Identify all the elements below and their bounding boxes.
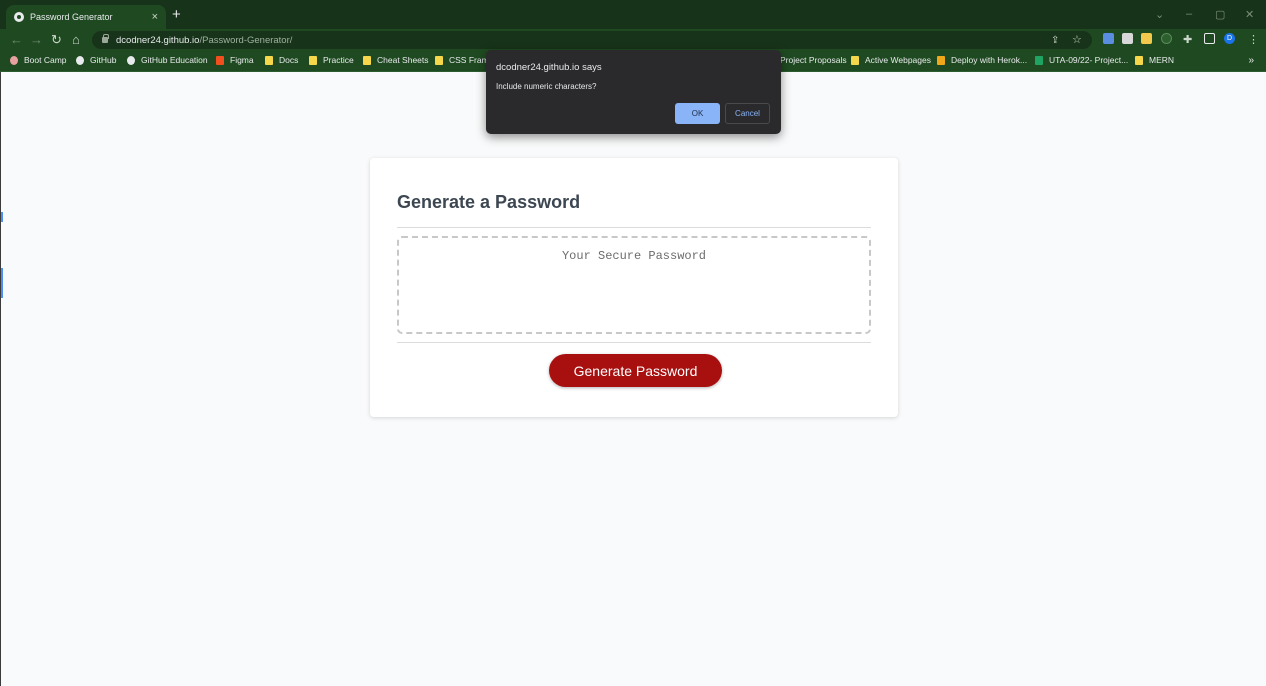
scroll-marker xyxy=(1,212,3,222)
page-viewport: Generate a Password Your Secure Password… xyxy=(0,72,1266,686)
bookmark-label: GitHub xyxy=(90,55,117,65)
tab-password-generator[interactable]: Password Generator × xyxy=(6,5,166,29)
maximize-button[interactable]: ▢ xyxy=(1215,8,1225,21)
dialog-origin: dcodner24.github.io says xyxy=(496,62,602,73)
card-footer-divider xyxy=(397,342,871,343)
card-header: Generate a Password xyxy=(397,192,871,228)
globe-icon xyxy=(14,12,24,22)
tab-close-icon[interactable]: × xyxy=(152,11,158,23)
folder-icon xyxy=(363,55,371,65)
sheets-icon xyxy=(1035,55,1043,65)
bookmark-figma[interactable]: Figma xyxy=(216,55,254,65)
back-arrow-icon[interactable]: ← xyxy=(10,32,23,48)
folder-icon xyxy=(309,55,317,65)
more-menu-icon[interactable]: ⋮ xyxy=(1248,32,1259,48)
bookmark-label: UTA-09/22- Project... xyxy=(1049,55,1129,65)
share-icon[interactable]: ⇪ xyxy=(1051,33,1059,49)
bookmark-label: GitHub Education xyxy=(141,55,208,65)
folder-icon xyxy=(1135,55,1143,65)
reload-icon[interactable]: ↻ xyxy=(51,32,62,48)
bookmark-label: Practice xyxy=(323,55,354,65)
extension-icon[interactable] xyxy=(1161,33,1172,44)
forward-arrow-icon[interactable]: → xyxy=(30,32,43,48)
close-window-button[interactable]: ✕ xyxy=(1245,8,1254,21)
bookmark-label: Project Proposals xyxy=(780,55,847,65)
extension-icon[interactable] xyxy=(1141,33,1152,44)
profile-avatar[interactable]: D xyxy=(1224,33,1235,44)
address-bar[interactable]: dcodner24.github.io/Password-Generator/ xyxy=(92,31,1092,49)
dialog-message: Include numeric characters? xyxy=(496,82,597,91)
ok-button[interactable]: OK xyxy=(675,103,720,124)
scroll-marker xyxy=(1,268,3,298)
browser-toolbar: ← → ↻ ⌂ dcodner24.github.io/Password-Gen… xyxy=(0,29,1266,51)
folder-icon xyxy=(851,55,859,65)
extension-icon[interactable] xyxy=(1122,33,1133,44)
heroku-icon xyxy=(937,55,945,65)
bookmark-label: Active Webpages xyxy=(865,55,931,65)
github-icon xyxy=(127,55,135,65)
bookmark-label: Deploy with Herok... xyxy=(951,55,1028,65)
puzzle-icon[interactable]: ✚ xyxy=(1183,32,1192,48)
bookmark-deploy-heroku[interactable]: Deploy with Herok... xyxy=(937,55,1027,65)
bookmark-label: Boot Camp xyxy=(24,55,67,65)
side-panel-icon[interactable] xyxy=(1204,33,1215,44)
bookmark-active-webpages[interactable]: Active Webpages xyxy=(851,55,931,65)
bookmark-label: Figma xyxy=(230,55,254,65)
minimize-button[interactable]: – xyxy=(1186,8,1192,20)
github-icon xyxy=(76,55,84,65)
tab-title: Password Generator xyxy=(30,12,113,22)
extension-icon[interactable] xyxy=(1103,33,1114,44)
star-icon[interactable]: ☆ xyxy=(1072,32,1082,48)
home-icon[interactable]: ⌂ xyxy=(72,32,80,48)
lock-icon xyxy=(102,34,109,43)
bookmark-github[interactable]: GitHub xyxy=(76,55,116,65)
folder-icon xyxy=(435,55,443,65)
url-host: dcodner24.github.io xyxy=(116,34,200,46)
password-output[interactable]: Your Secure Password xyxy=(397,236,871,334)
url-path: /Password-Generator/ xyxy=(199,34,293,46)
bookmark-css-frame[interactable]: CSS Frame xyxy=(435,55,493,65)
cancel-button[interactable]: Cancel xyxy=(725,103,770,124)
bookmark-practice[interactable]: Practice xyxy=(309,55,354,65)
bookmark-label: MERN xyxy=(1149,55,1175,65)
bookmark-boot-camp[interactable]: Boot Camp xyxy=(10,55,67,65)
bookmarks-overflow-icon[interactable]: » xyxy=(1248,55,1254,66)
page-title: Generate a Password xyxy=(397,192,581,212)
new-tab-button[interactable]: + xyxy=(172,7,181,23)
bookmark-cheat-sheets[interactable]: Cheat Sheets xyxy=(363,55,429,65)
folder-icon xyxy=(265,55,273,65)
browser-titlebar: Password Generator × + ⌄ – ▢ ✕ xyxy=(0,0,1266,29)
boot-camp-icon xyxy=(10,55,18,65)
bookmark-uta-project[interactable]: UTA-09/22- Project... xyxy=(1035,55,1128,65)
generate-password-button[interactable]: Generate Password xyxy=(549,354,722,387)
bookmark-github-education[interactable]: GitHub Education xyxy=(127,55,208,65)
confirm-dialog: dcodner24.github.io says Include numeric… xyxy=(486,50,781,134)
bookmark-mern[interactable]: MERN xyxy=(1135,55,1174,65)
bookmark-label: Cheat Sheets xyxy=(377,55,429,65)
bookmark-label: Docs xyxy=(279,55,299,65)
figma-icon xyxy=(216,55,224,65)
tab-search-icon[interactable]: ⌄ xyxy=(1155,8,1164,21)
bookmark-docs[interactable]: Docs xyxy=(265,55,298,65)
password-card: Generate a Password Your Secure Password… xyxy=(370,158,898,417)
